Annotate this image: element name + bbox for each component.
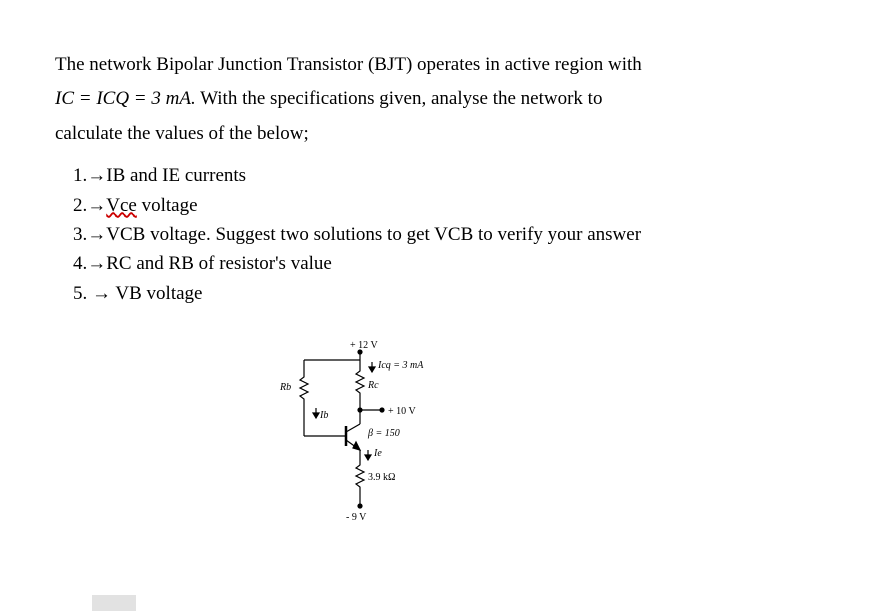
intro-line-3: calculate the values of the below; bbox=[55, 119, 826, 149]
label-icq: Icq = 3 mA bbox=[377, 360, 424, 371]
gray-strip bbox=[92, 595, 136, 611]
item-2-prefix: 2.→ bbox=[73, 195, 106, 216]
label-re: 3.9 kΩ bbox=[368, 472, 395, 483]
intro-line-2-rest: With the specifications given, analyse t… bbox=[196, 88, 603, 109]
intro-line-1: The network Bipolar Junction Transistor … bbox=[55, 50, 826, 80]
item-1: 1.→IB and IE currents bbox=[73, 161, 826, 190]
item-3: 3.→VCB voltage. Suggest two solutions to… bbox=[73, 220, 826, 249]
item-4: 4.→RC and RB of resistor's value bbox=[73, 249, 826, 278]
item-2-suffix: voltage bbox=[137, 195, 198, 216]
intro-line-2: IC = ICQ = 3 mA. With the specifications… bbox=[55, 84, 826, 114]
label-rb: Rb bbox=[279, 382, 291, 393]
circuit-svg: + 12 V Icq = 3 mA Rc Rb Ib + 10 V β = 15… bbox=[250, 338, 450, 528]
item-5: 5. → VB voltage bbox=[73, 279, 826, 308]
item-2: 2.→Vce voltage bbox=[73, 191, 826, 220]
circuit-diagram: + 12 V Icq = 3 mA Rc Rb Ib + 10 V β = 15… bbox=[250, 338, 450, 528]
label-beta: β = 150 bbox=[367, 428, 400, 439]
label-ib: Ib bbox=[319, 410, 328, 421]
label-top-supply: + 12 V bbox=[350, 340, 378, 351]
equation-ic: IC = ICQ = 3 mA. bbox=[55, 88, 196, 109]
label-collector-node: + 10 V bbox=[388, 406, 416, 417]
problem-content: The network Bipolar Junction Transistor … bbox=[0, 0, 881, 528]
label-rc: Rc bbox=[367, 380, 379, 391]
question-list: 1.→IB and IE currents 2.→Vce voltage 3.→… bbox=[55, 161, 826, 308]
label-ie: Ie bbox=[373, 448, 382, 459]
label-neg-supply: - 9 V bbox=[346, 512, 367, 523]
item-2-vce: Vce bbox=[106, 195, 137, 216]
